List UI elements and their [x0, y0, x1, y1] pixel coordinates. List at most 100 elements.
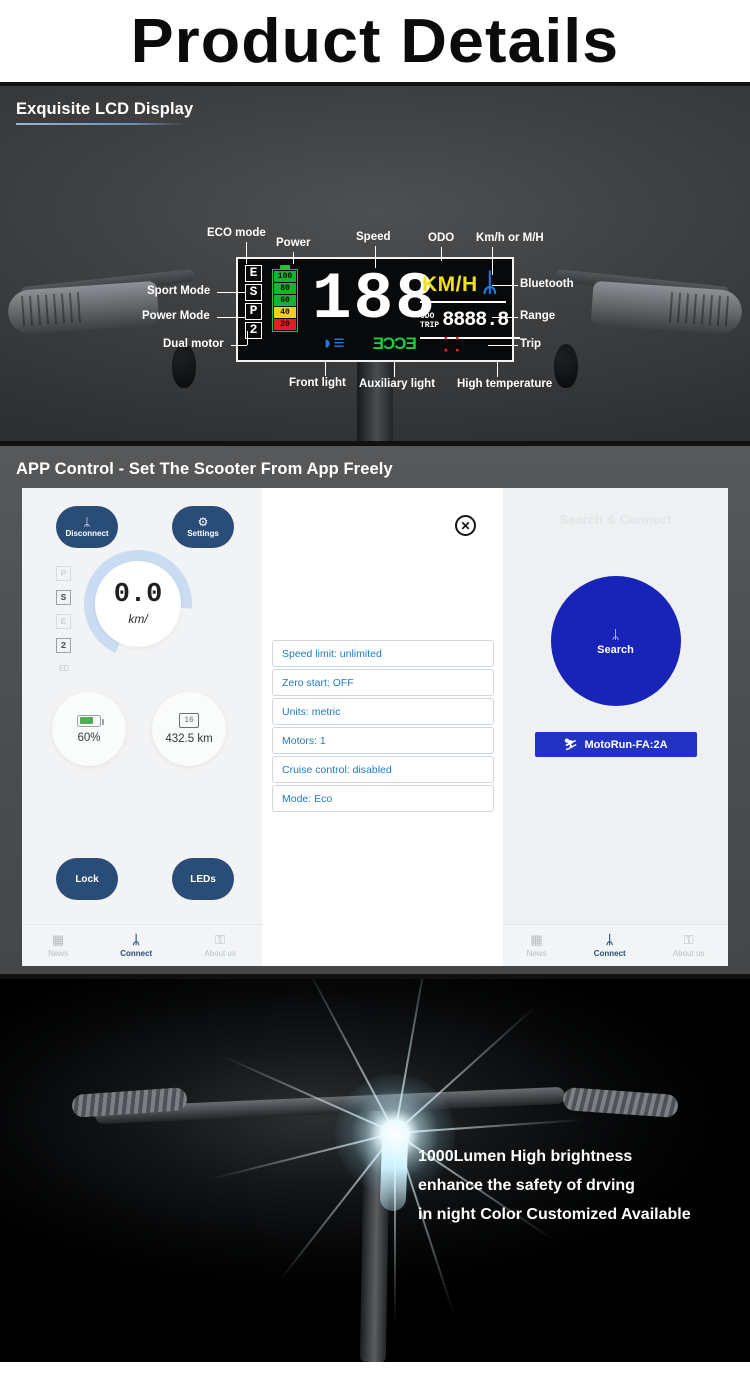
lcd-divider-top	[420, 301, 506, 303]
setting-row-cruise-control[interactable]: Cruise control: disabled	[272, 756, 494, 783]
lcd-display-section: Exquisite LCD Display E S P 2 100 80 60 …	[0, 86, 750, 446]
lcd-unit-label: KM/H	[422, 273, 478, 296]
callout-speed: Speed	[356, 231, 391, 243]
leader-front	[325, 362, 327, 376]
app-left-pane: ᛦ Disconnect ⚙ Settings P S E 2 ED 0.0 k…	[22, 488, 262, 966]
connect-icon: ᛦ	[132, 932, 141, 947]
lcd-mode-s: S	[245, 284, 262, 301]
leader-aux	[394, 362, 396, 377]
app-middle-pane: ✕ Speed limit: unlimited Zero start: OFF…	[262, 488, 503, 966]
callout-sport-mode: Sport Mode	[147, 285, 211, 297]
heading-underline	[16, 123, 186, 125]
leader-speed	[375, 246, 377, 268]
headlight-line-1: 1000Lumen High brightness	[418, 1148, 633, 1165]
gauge-speed-unit: km/	[128, 612, 148, 626]
lock-label: Lock	[75, 873, 99, 885]
settings-button[interactable]: ⚙ Settings	[172, 506, 234, 548]
app-mode-2[interactable]: 2	[56, 638, 71, 653]
leader-sport	[217, 292, 245, 294]
app-mode-p[interactable]: P	[56, 566, 71, 581]
tab-about[interactable]: ⚿ About us	[204, 933, 236, 958]
right-tabbar: ▦ News ᛦ Connect ⚿ About us	[503, 924, 728, 966]
odo-value: 8888.8	[442, 309, 509, 332]
leader-bt	[492, 285, 518, 287]
lcd-speed-value: 188	[312, 262, 437, 337]
odometer-value: 432.5 km	[165, 733, 213, 745]
device-name: MotoRun-FA:2A	[584, 738, 668, 751]
lcd-heading-text: Exquisite LCD Display	[16, 100, 194, 118]
tab-news-right[interactable]: ▦ News	[527, 933, 547, 958]
setting-row-mode[interactable]: Mode: Eco	[272, 785, 494, 812]
battery-card: 60%	[52, 692, 126, 766]
front-light-icon: ◗≡	[322, 333, 345, 354]
connect-icon-right: ᛦ	[605, 932, 614, 947]
leds-button[interactable]: LEDs	[172, 858, 234, 900]
handlebar-grip-right	[590, 280, 744, 336]
brake-lever-right	[554, 268, 731, 301]
setting-row-zero-start[interactable]: Zero start: OFF	[272, 669, 494, 696]
leader-eco	[246, 242, 248, 264]
tab-connect[interactable]: ᛦ Connect	[120, 933, 152, 958]
mirror-right	[554, 344, 578, 388]
search-button[interactable]: ᛦ Search	[550, 576, 681, 706]
app-mode-e[interactable]: E	[56, 614, 71, 629]
disconnect-button[interactable]: ᛦ Disconnect	[56, 506, 118, 548]
lcd-mode-e: E	[245, 265, 262, 282]
device-result-button[interactable]: ⛷ MotoRun-FA:2A	[534, 732, 697, 757]
battery-seg-80: 80	[274, 283, 296, 294]
tab-connect-right-label: Connect	[593, 949, 626, 958]
odo-label: ODO	[420, 311, 435, 321]
app-section-heading: APP Control - Set The Scooter From App F…	[16, 460, 393, 479]
headlight-line-3: in night Color Customized Available	[418, 1206, 691, 1223]
speed-gauge: 0.0 km/	[84, 550, 192, 658]
callout-range: Range	[520, 310, 556, 322]
leader-range	[492, 317, 518, 319]
high-temperature-icon: ⸬	[443, 335, 460, 356]
lcd-mode-letters: E S P 2	[245, 265, 262, 339]
lock-button[interactable]: Lock	[56, 858, 118, 900]
battery-seg-40: 40	[274, 307, 296, 318]
setting-row-speed-limit[interactable]: Speed limit: unlimited	[272, 640, 494, 667]
lcd-panel: E S P 2 100 80 60 40 20 188 KM/H ᛦ ODO T…	[236, 257, 520, 362]
callout-power-mode: Power Mode	[142, 310, 210, 322]
page-title-band: Product Details	[0, 0, 750, 86]
page-title: Product Details	[130, 6, 620, 76]
auxiliary-light-icon: ƎƆƆƎ	[372, 334, 417, 353]
leader-power	[293, 252, 295, 264]
setting-row-motors[interactable]: Motors: 1	[272, 727, 494, 754]
callout-bluetooth: Bluetooth	[520, 278, 574, 290]
app-mode-s[interactable]: S	[56, 590, 71, 605]
tab-about-right[interactable]: ⚿ About us	[673, 933, 705, 958]
headlight-copy: 1000Lumen High brightness enhance the sa…	[418, 1142, 691, 1229]
gauge-speed-value: 0.0	[113, 580, 163, 610]
leader-unit	[492, 247, 494, 275]
odometer-card: 16 432.5 km	[152, 692, 226, 766]
gear-icon: ⚙	[197, 515, 209, 529]
tab-news-right-label: News	[526, 949, 547, 958]
about-icon-right: ⚿	[683, 932, 694, 947]
app-screenshot-shell: ᛦ Disconnect ⚙ Settings P S E 2 ED 0.0 k…	[22, 488, 728, 966]
leader-temp	[497, 362, 499, 377]
scooter-stem	[357, 354, 393, 441]
bluetooth-icon: ᛦ	[482, 267, 498, 297]
callout-front-light: Front light	[289, 377, 346, 389]
battery-icon	[77, 714, 104, 727]
app-mode-indicators: P S E 2 ED	[56, 566, 71, 677]
callout-eco-mode: ECO mode	[207, 227, 266, 239]
tab-connect-right[interactable]: ᛦ Connect	[594, 933, 626, 958]
tab-news[interactable]: ▦ News	[48, 933, 68, 958]
search-connect-title: Search & Connect	[559, 512, 672, 527]
about-icon: ⚿	[215, 932, 226, 947]
close-icon[interactable]: ✕	[455, 515, 476, 536]
settings-label: Settings	[187, 529, 219, 538]
news-icon-right: ▦	[530, 932, 543, 947]
bluetooth-search-icon: ᛦ	[611, 626, 620, 642]
headlight-grip-right	[562, 1087, 679, 1118]
setting-row-units[interactable]: Units: metric	[272, 698, 494, 725]
bluetooth-off-icon: ᛦ	[83, 515, 91, 529]
battery-seg-100: 100	[274, 271, 296, 282]
callout-unit-switch: Km/h or M/H	[476, 232, 544, 244]
leds-label: LEDs	[190, 873, 216, 885]
left-tabbar: ▦ News ᛦ Connect ⚿ About us	[22, 924, 262, 966]
callout-power: Power	[276, 237, 311, 249]
